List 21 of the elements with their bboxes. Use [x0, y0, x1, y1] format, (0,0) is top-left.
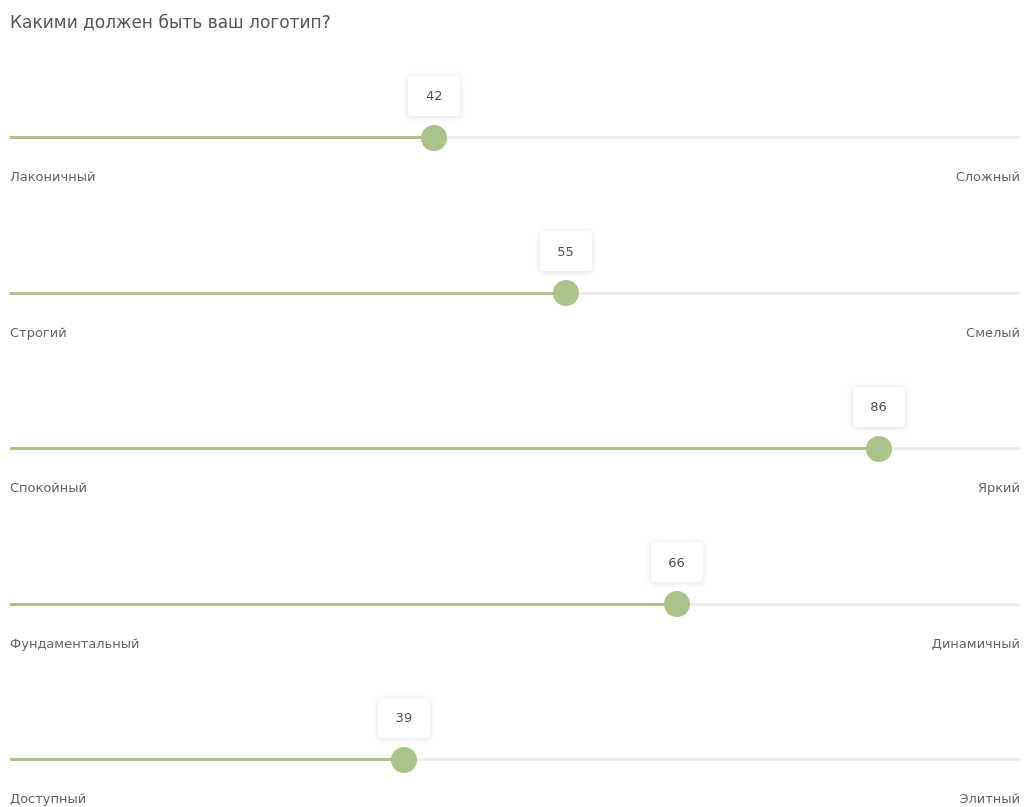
max-label: Яркий: [977, 480, 1020, 495]
min-label: Спокойный: [10, 480, 87, 495]
min-label: Строгий: [10, 324, 67, 340]
min-label: Фундаментальный: [10, 635, 140, 651]
max-label: Элитный: [959, 791, 1020, 806]
slider-thumb[interactable]: [663, 591, 690, 617]
value-tooltip: 86: [852, 386, 905, 427]
value-tooltip: 42: [408, 75, 461, 116]
max-label: Смелый: [966, 324, 1020, 340]
question-title: Какими должен быть ваш логотип?: [10, 11, 332, 34]
max-label: Динамичный: [931, 635, 1020, 651]
slider-thumb[interactable]: [865, 435, 892, 462]
slider-thumb[interactable]: [390, 746, 417, 773]
slider-thumb[interactable]: [421, 124, 448, 151]
max-label: Сложный: [955, 169, 1020, 184]
value-tooltip: 39: [377, 697, 430, 738]
value-tooltip: 55: [539, 231, 592, 271]
slider-thumb[interactable]: [552, 280, 579, 306]
min-label: Доступный: [10, 791, 87, 806]
value-tooltip: 66: [650, 542, 703, 582]
min-label: Лаконичный: [10, 169, 96, 184]
